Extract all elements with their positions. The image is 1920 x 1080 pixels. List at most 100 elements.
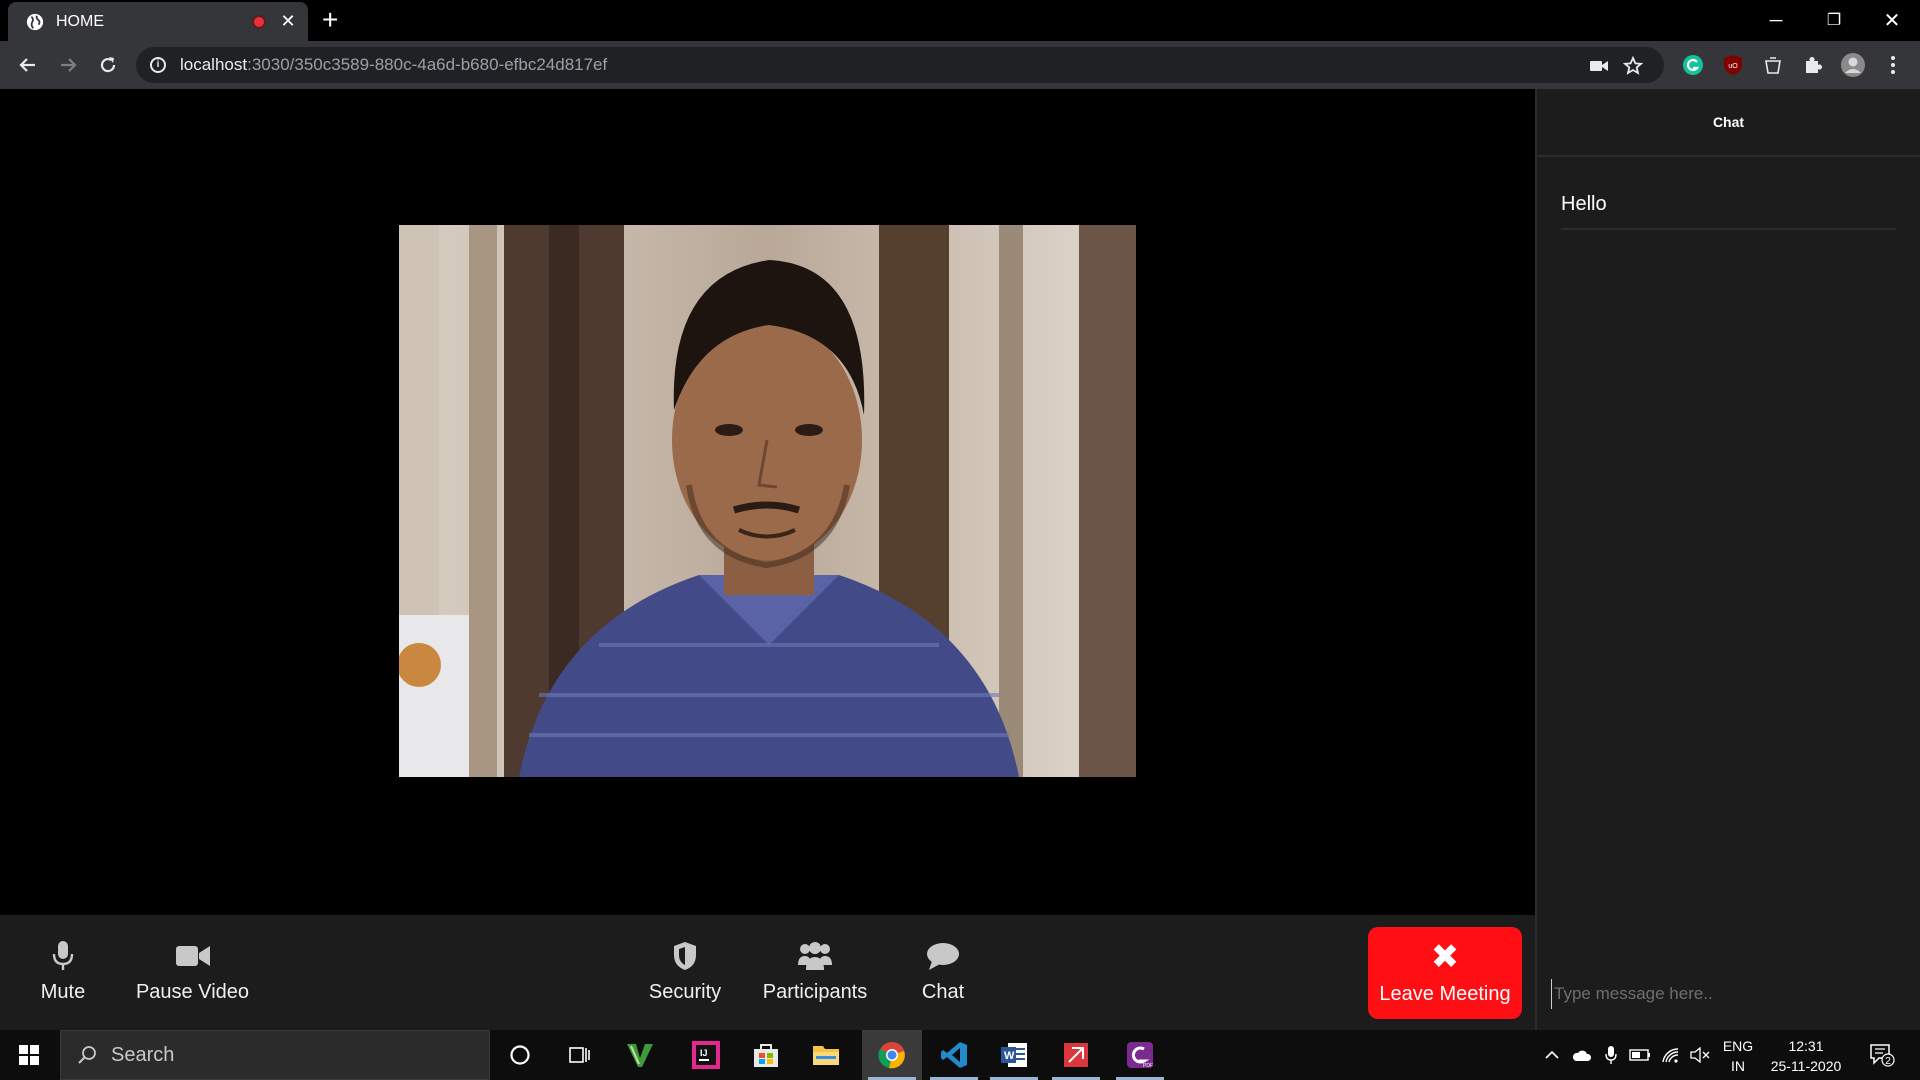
cortana-button[interactable] (490, 1030, 550, 1080)
webcam-feed-image (399, 225, 1136, 777)
speaker-muted-icon (1690, 1047, 1710, 1063)
task-view-icon (569, 1047, 590, 1063)
reload-button[interactable] (94, 51, 122, 79)
globe-icon (26, 13, 44, 30)
window-minimize-button[interactable]: ─ (1748, 0, 1804, 40)
new-tab-button[interactable]: + (322, 6, 338, 34)
cloud-icon (1572, 1050, 1592, 1061)
chat-panel: Chat Hello (1535, 89, 1920, 1030)
notification-icon: 2 (1870, 1044, 1895, 1067)
pdf-editor-icon (1064, 1043, 1088, 1067)
chat-message: Hello (1561, 193, 1896, 230)
taskbar-search-box[interactable]: Search (60, 1030, 490, 1080)
camera-in-use-icon[interactable] (1588, 55, 1610, 77)
volume-muted-tray-icon[interactable] (1686, 1030, 1714, 1080)
url-path: :3030/350c3589-880c-4a6d-b680-efbc24d817… (247, 55, 608, 74)
chat-panel-title: Chat (1537, 89, 1920, 157)
input-language-indicator[interactable]: ENG IN (1718, 1036, 1758, 1076)
pdf-reader-icon: PDF (1127, 1042, 1153, 1069)
meeting-stage (0, 89, 1535, 915)
taskbar-app-vim[interactable] (610, 1030, 670, 1080)
wifi-tray-icon[interactable] (1656, 1030, 1684, 1080)
taskbar-app-pdf-reader[interactable]: PDF (1110, 1030, 1170, 1080)
url-host: localhost (180, 55, 248, 74)
leave-meeting-button[interactable]: ✖ Leave Meeting (1368, 927, 1522, 1019)
taskbar-app-pdf-editor[interactable] (1046, 1030, 1106, 1080)
forward-button[interactable] (54, 51, 82, 79)
bookmark-star-icon[interactable] (1622, 55, 1644, 77)
video-camera-icon (175, 946, 210, 966)
reload-icon (100, 57, 116, 73)
svg-text:PDF: PDF (1143, 1063, 1153, 1069)
browser-toolbar: i localhost :3030/350c3589-880c-4a6d-b68… (0, 41, 1920, 89)
shield-icon (674, 942, 696, 970)
wifi-icon (1662, 1048, 1679, 1063)
recording-indicator-icon (252, 14, 266, 29)
extensions-puzzle-icon[interactable] (1800, 52, 1826, 78)
task-view-button[interactable] (550, 1030, 610, 1080)
intellij-icon: IJ (692, 1041, 720, 1069)
folder-icon (813, 1046, 839, 1065)
taskbar-app-vscode[interactable] (924, 1030, 984, 1080)
onedrive-tray-icon[interactable] (1568, 1030, 1596, 1080)
taskbar-app-word[interactable]: W (984, 1030, 1044, 1080)
tab-close-icon[interactable]: ✕ (278, 11, 298, 32)
grammarly-extension-icon[interactable] (1680, 52, 1706, 78)
address-bar[interactable]: i localhost :3030/350c3589-880c-4a6d-b68… (136, 47, 1664, 83)
security-label: Security (648, 981, 722, 1003)
arrow-right-icon (61, 58, 77, 72)
microphone-icon (1605, 1046, 1617, 1064)
notification-count: 2 (1885, 1056, 1891, 1067)
battery-tray-icon[interactable] (1626, 1030, 1654, 1080)
recycle-extension-icon[interactable] (1760, 52, 1786, 78)
leave-meeting-label: Leave Meeting (1379, 982, 1511, 1005)
chat-button[interactable]: Chat (918, 939, 968, 1004)
ublock-extension-icon[interactable]: uO (1720, 52, 1746, 78)
arrow-left-icon (19, 58, 35, 72)
site-info-icon[interactable]: i (150, 57, 166, 73)
close-x-icon: ✖ (1430, 937, 1460, 976)
start-button[interactable] (0, 1030, 58, 1080)
browser-tab-home[interactable]: HOME ✕ (8, 2, 308, 41)
participant-video (399, 225, 1136, 777)
participants-icon (798, 942, 832, 970)
chevron-up-icon (1545, 1050, 1559, 1059)
show-hidden-icons-button[interactable] (1540, 1030, 1564, 1080)
pause-video-button[interactable]: Pause Video (135, 939, 250, 1004)
chat-bubble-icon (927, 943, 959, 970)
svg-text:IJ: IJ (700, 1048, 708, 1058)
microphone-tray-icon[interactable] (1598, 1030, 1624, 1080)
taskbar-clock[interactable]: 12:31 25-11-2020 (1764, 1036, 1848, 1076)
taskbar-app-intellij[interactable]: IJ (676, 1030, 736, 1080)
cortana-circle-icon (510, 1045, 530, 1065)
chrome-icon (878, 1042, 905, 1069)
window-close-button[interactable]: ✕ (1864, 0, 1920, 40)
tab-title: HOME (56, 12, 104, 30)
battery-icon (1629, 1049, 1650, 1061)
participants-button[interactable]: Participants (758, 939, 872, 1004)
region-code: IN (1731, 1058, 1745, 1074)
browser-tab-strip: HOME ✕ + ─ ❐ ✕ (0, 0, 1920, 41)
taskbar-app-chrome[interactable] (862, 1030, 922, 1080)
back-button[interactable] (14, 51, 42, 79)
participants-label: Participants (762, 981, 868, 1003)
action-center-button[interactable]: 2 (1862, 1030, 1902, 1080)
mute-button[interactable]: Mute (38, 939, 88, 1004)
chat-message-input[interactable] (1551, 979, 1911, 1009)
microphone-icon (52, 941, 74, 970)
windows-taskbar: Search IJ W PDF ENG IN 12:31 25-11-2020 … (0, 1030, 1920, 1080)
svg-text:uO: uO (1728, 63, 1738, 70)
taskbar-app-file-explorer[interactable] (796, 1030, 856, 1080)
meeting-controls-bar: Mute Pause Video Security Participants C… (0, 915, 1535, 1030)
taskbar-app-store[interactable] (736, 1030, 796, 1080)
browser-menu-icon[interactable] (1880, 52, 1906, 78)
pause-video-label: Pause Video (135, 981, 250, 1003)
security-button[interactable]: Security (645, 939, 725, 1004)
chat-label: Chat (921, 981, 965, 1003)
window-restore-button[interactable]: ❐ (1806, 0, 1862, 40)
word-icon: W (1001, 1043, 1027, 1067)
svg-text:W: W (1004, 1050, 1015, 1062)
clock-time: 12:31 (1788, 1038, 1824, 1054)
mute-label: Mute (40, 981, 86, 1003)
profile-avatar[interactable] (1840, 52, 1866, 78)
